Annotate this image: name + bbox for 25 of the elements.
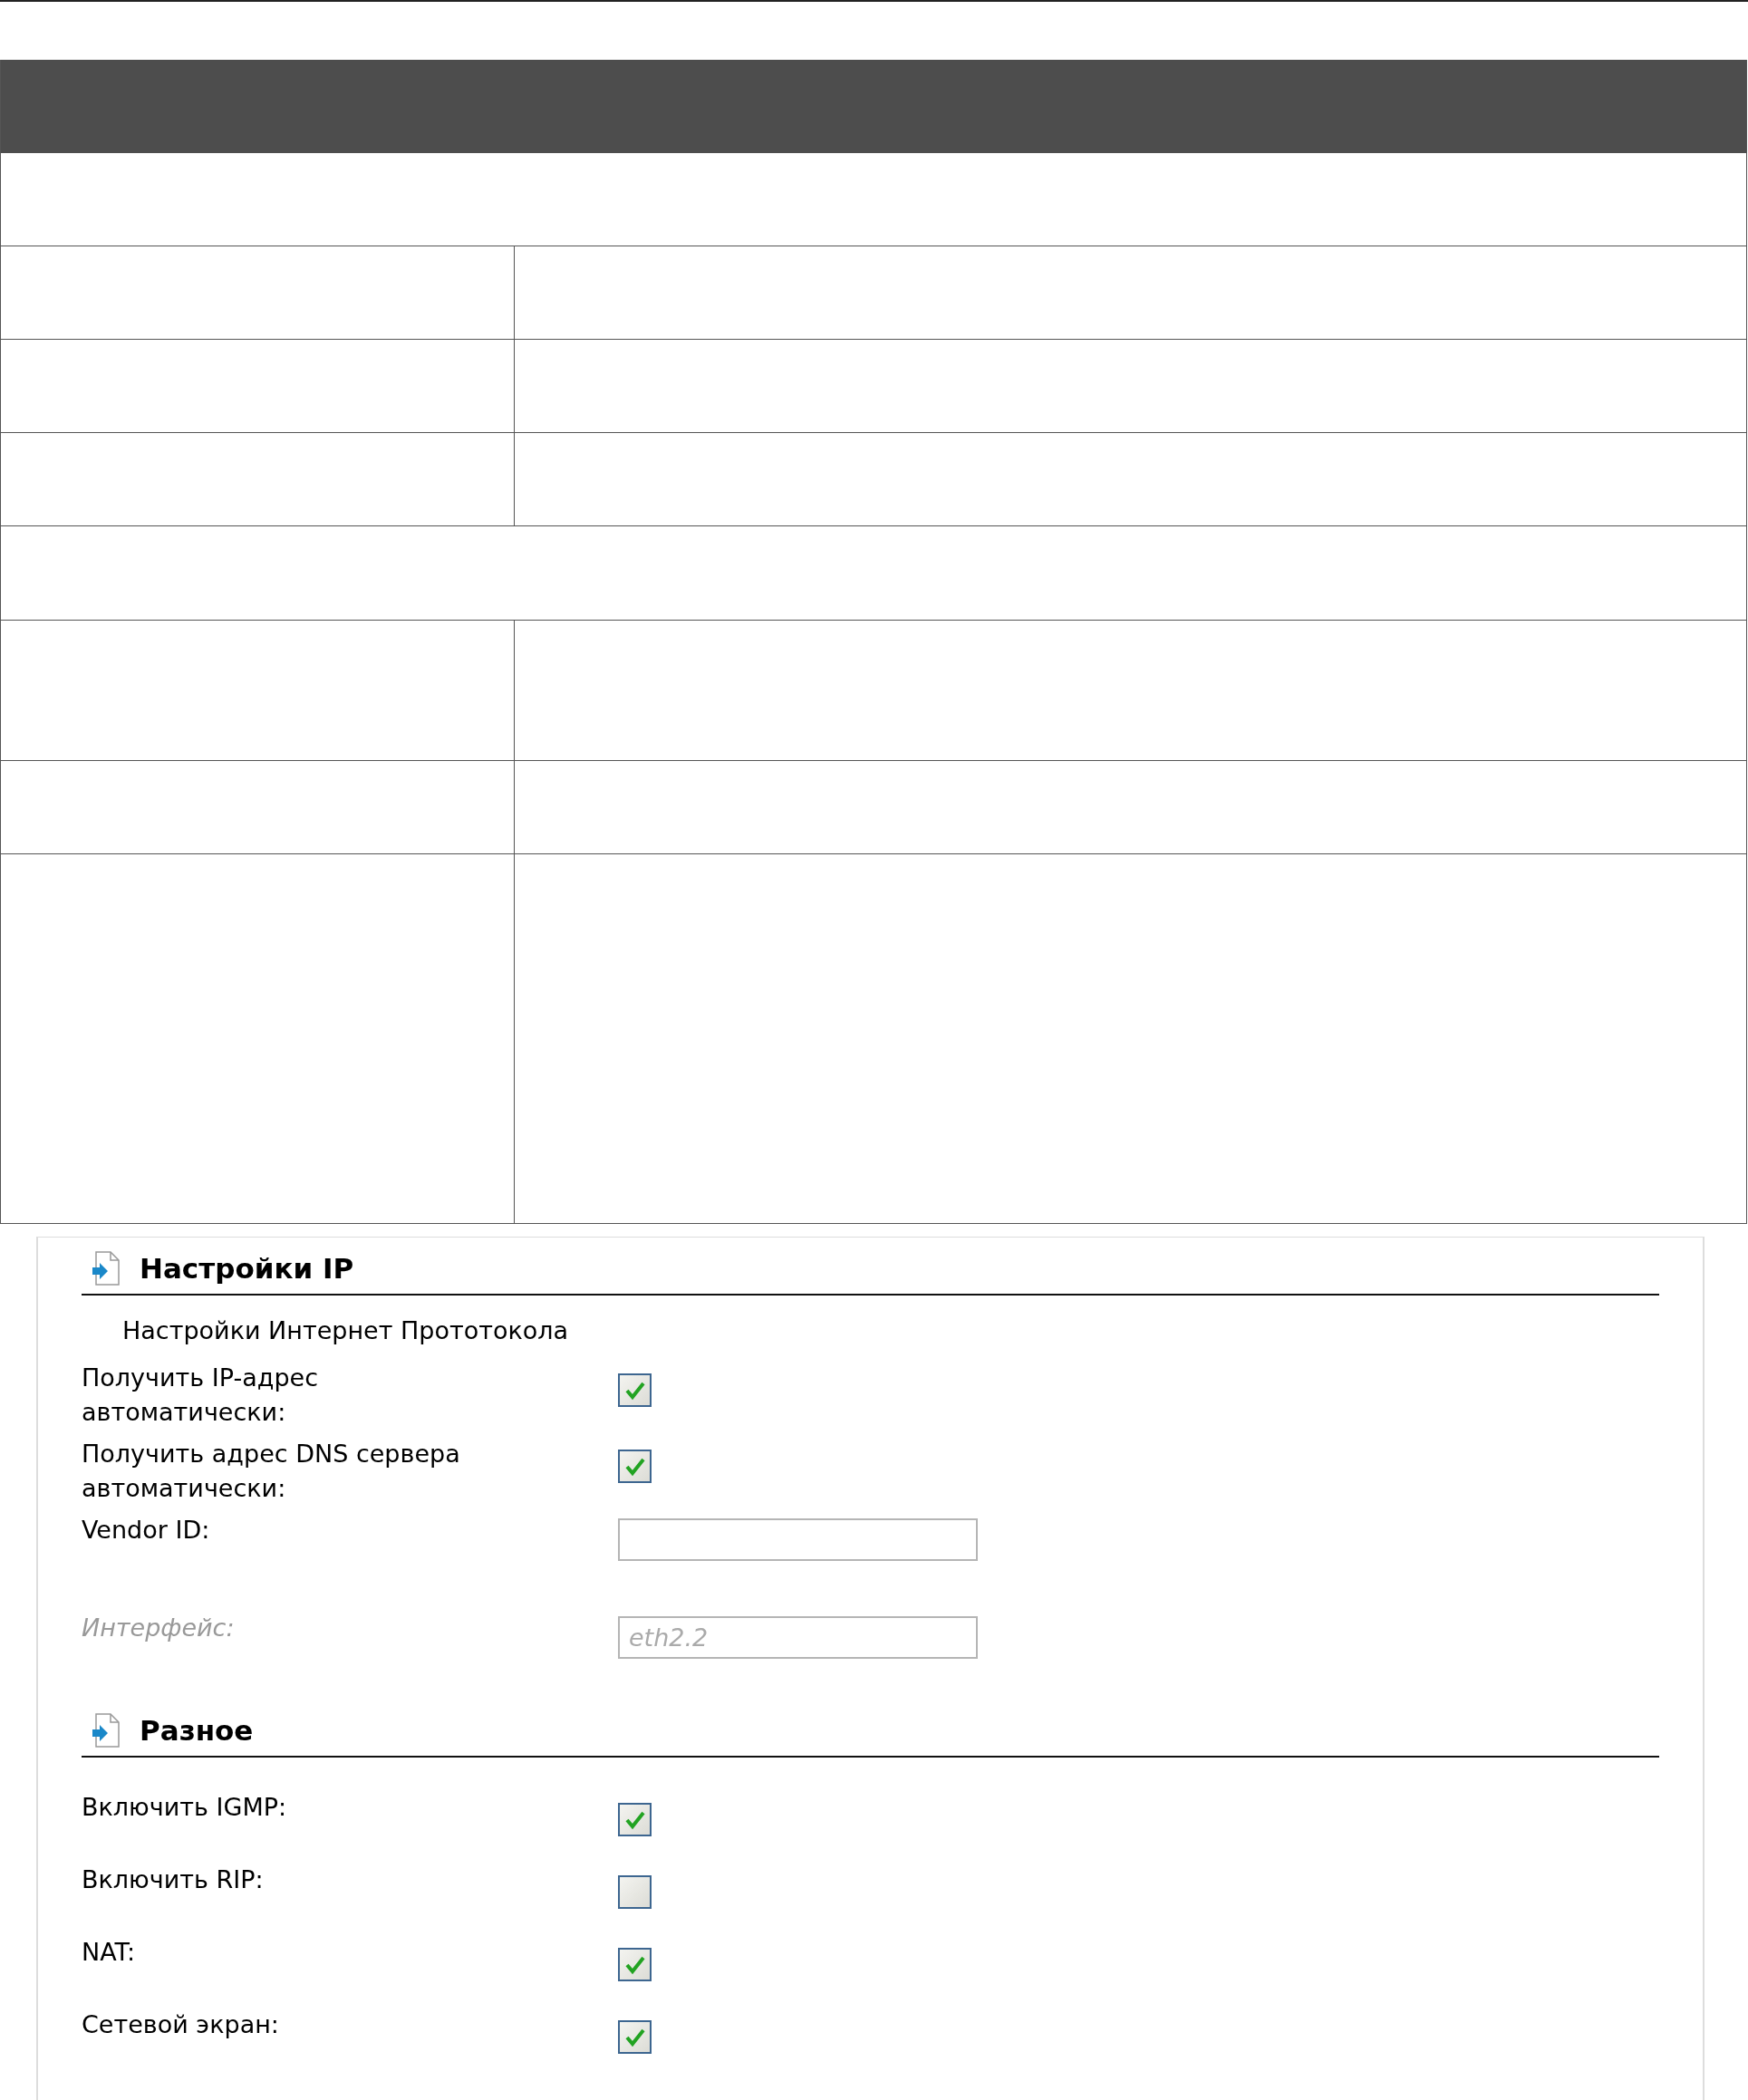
field-label: Сетевой экран:: [82, 2009, 280, 2040]
section-title: Разное: [140, 1712, 254, 1748]
checkmark-icon: [623, 1456, 646, 1477]
field-label: Включить RIP:: [82, 1864, 265, 1895]
checkbox[interactable]: [618, 2020, 652, 2054]
checkmark-icon: [623, 2027, 646, 2047]
field-label: Интерфейс:: [82, 1613, 236, 1643]
checkbox[interactable]: [618, 1803, 652, 1836]
checkbox[interactable]: [618, 1948, 652, 1981]
field-label: Получить адрес DNS сервера автоматически:: [82, 1439, 461, 1504]
field-label: NAT:: [82, 1937, 137, 1968]
field-label: Включить IGMP:: [82, 1792, 288, 1823]
checkmark-icon: [623, 1954, 646, 1975]
section-title: Настройки IP: [140, 1250, 354, 1286]
document-arrow-icon: [91, 1712, 121, 1748]
checkbox[interactable]: [618, 1450, 652, 1483]
section-subtitle: Настройки Интернет Прототокола: [121, 1315, 570, 1346]
checkbox[interactable]: [618, 1875, 652, 1909]
checkmark-icon: [623, 1809, 646, 1830]
input-field[interactable]: [618, 1518, 978, 1561]
document-arrow-icon: [91, 1250, 121, 1286]
checkmark-icon: [623, 1380, 646, 1401]
checkbox[interactable]: [618, 1373, 652, 1407]
field-label: Vendor ID:: [82, 1515, 211, 1546]
field-label: Получить IP-адрес автоматически:: [82, 1363, 319, 1428]
